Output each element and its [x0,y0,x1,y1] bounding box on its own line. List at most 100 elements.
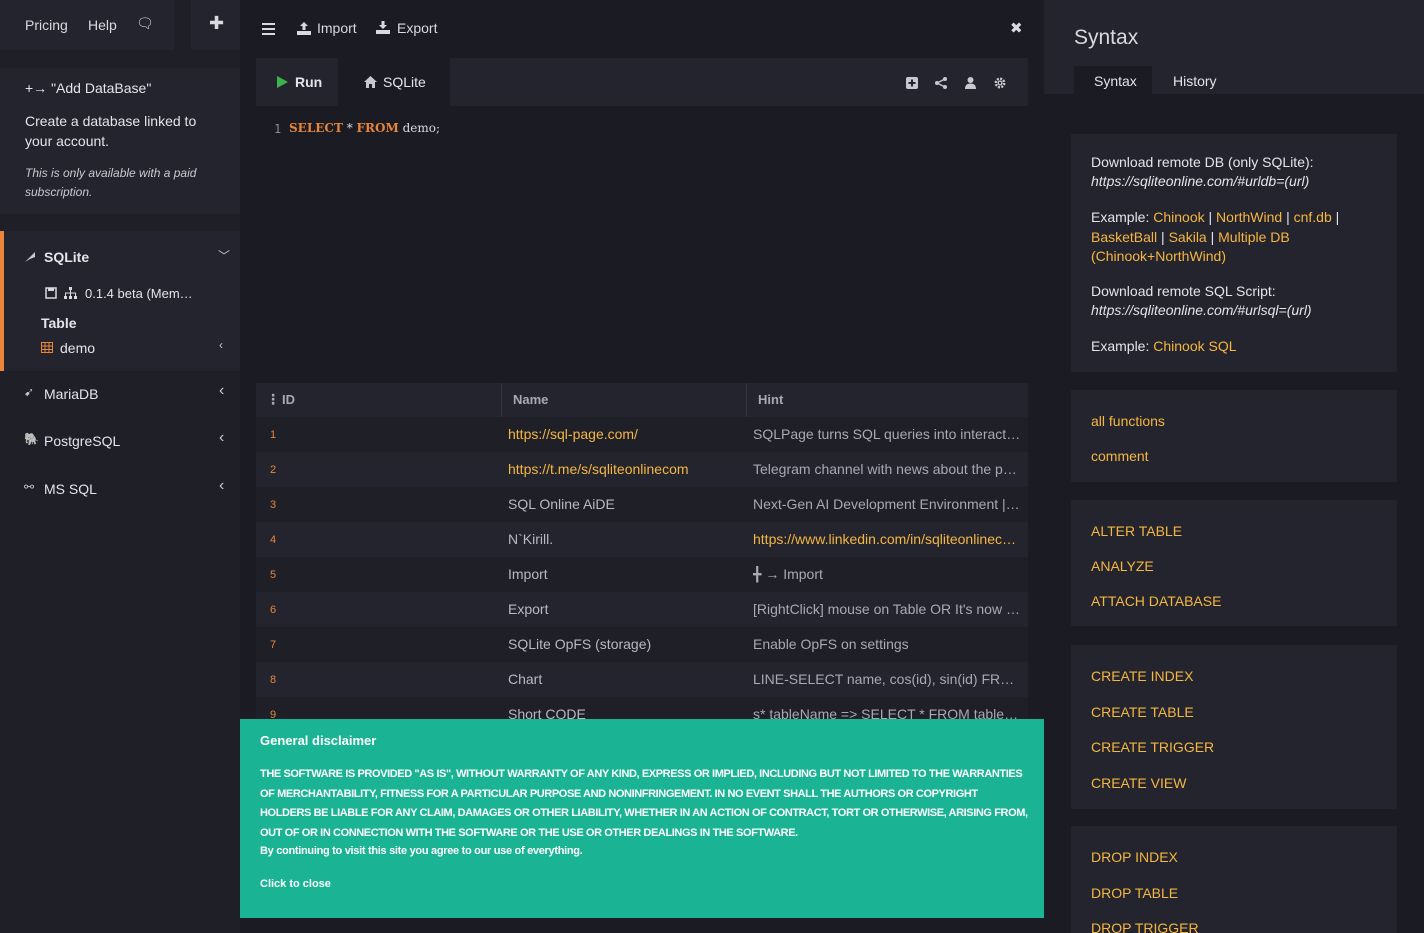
row-id: 1 [270,429,277,441]
row-id: 3 [270,499,277,511]
sqlite-version-row[interactable]: 0.1.4 beta (Mem… [0,281,240,305]
create-trigger-link[interactable]: CREATE TRIGGER [1091,739,1214,755]
sep: | [1204,209,1217,225]
table-row[interactable]: 7 SQLite OpFS (storage) Enable OpFS on s… [256,627,1028,662]
table-row[interactable]: 1 https://sql-page.com/ SQLPage turns SQ… [256,417,1028,452]
add-database-desc: Create a database linked to your account… [25,113,197,149]
row-hint: SQLPage turns SQL queries into interacti… [753,426,1021,442]
drop-index-link[interactable]: DROP INDEX [1091,849,1178,865]
alter-table-link[interactable]: ALTER TABLE [1091,523,1182,539]
example-chinook[interactable]: Chinook [1153,209,1204,225]
close-icon[interactable]: ✖ [1010,19,1023,37]
postgresql-label: PostgreSQL [44,433,121,449]
example-northwind[interactable]: NorthWind [1216,209,1282,225]
column-header-id[interactable]: ID [282,392,295,407]
row-hint: LINE-SELECT name, cos(id), sin(id) FROM … [753,671,1021,687]
analyze-link[interactable]: ANALYZE [1091,558,1154,574]
export-button[interactable]: Export [397,20,437,36]
hamburger-icon[interactable] [262,23,276,35]
column-header-name[interactable]: Name [513,392,548,407]
disclaimer-close[interactable]: Click to close [260,878,331,890]
example-chinook-sql[interactable]: Chinook SQL [1153,338,1236,354]
create-view-link[interactable]: CREATE VIEW [1091,775,1186,791]
remote-db-url: https://sqliteonline.com/#urldb=(url) [1091,173,1310,189]
tab-history[interactable]: History [1154,66,1232,94]
mariadb-item[interactable]: ➹ MariaDB ‹ [0,382,240,406]
save-icon [45,287,57,299]
sep: | [1331,209,1340,225]
row-name-link[interactable]: https://t.me/s/sqliteonlinecom [508,461,744,477]
mariadb-label: MariaDB [44,386,99,402]
share-icon[interactable] [935,77,947,89]
mssql-icon: ⚯ [24,480,35,494]
row-id: 4 [270,534,277,546]
drop-trigger-link[interactable]: DROP TRIGGER [1091,920,1199,933]
table-row[interactable]: 3 SQL Online AiDE Next-Gen AI Developmen… [256,487,1028,522]
sep: | [1282,209,1294,225]
row-hint: [RightClick] mouse on Table OR It's now … [753,601,1021,617]
row-name: Chart [508,671,543,687]
table-heading: Table [41,315,77,331]
feather-icon [25,252,35,262]
gear-icon[interactable] [994,77,1006,89]
plus-square-icon[interactable] [906,77,918,89]
table-row[interactable]: 6 Export [RightClick] mouse on Table OR … [256,592,1028,627]
chevron-left-icon: ‹ [219,338,223,352]
sql-editor[interactable]: 1 SELECT * FROM demo; [256,106,1028,368]
sql-code-line: SELECT * FROM demo; [289,121,440,135]
sep: | [1206,228,1219,245]
sqlite-section: SQLite ﹀ 0.1.4 beta (Mem… Table demo ‹ [0,231,240,371]
mssql-item[interactable]: ⚯ MS SQL ‹ [0,477,240,501]
line-number: 1 [274,122,282,136]
disclaimer-body: THE SOFTWARE IS PROVIDED "AS IS", WITHOU… [260,768,1028,839]
example-sakila[interactable]: Sakila [1169,229,1207,245]
add-database-link[interactable]: +→ "Add DataBase" [25,80,151,96]
sqlite-header[interactable]: SQLite ﹀ [0,245,240,269]
run-button[interactable]: Run [256,58,338,106]
row-id: 2 [270,464,277,476]
sitemap-icon [64,287,77,299]
tab-syntax[interactable]: Syntax [1074,66,1152,94]
row-hint-link[interactable]: https://www.linkedin.com/in/sqliteonline… [753,531,1021,547]
table-header: ⋮ ID Name Hint [256,383,1028,417]
table-demo-row[interactable]: demo ‹ [0,336,240,360]
column-menu-icon[interactable]: ⋮ [266,391,280,408]
disclaimer-title: General disclaimer [260,733,377,748]
pricing-link[interactable]: Pricing [25,17,68,33]
chat-icon[interactable]: 🗨 [136,15,154,32]
table-row[interactable]: 2 https://t.me/s/sqliteonlinecom Telegra… [256,452,1028,487]
attach-database-link[interactable]: ATTACH DATABASE [1091,593,1221,609]
chevron-down-icon: ﹀ [218,249,231,263]
user-icon[interactable] [965,77,976,89]
add-connection-button[interactable]: ✚ [191,0,240,50]
comment-link[interactable]: comment [1091,448,1149,464]
help-link[interactable]: Help [88,17,117,33]
drop-table-link[interactable]: DROP TABLE [1091,885,1178,901]
sql-rest: demo; [398,121,441,135]
alter-card: ALTER TABLE ANALYZE ATTACH DATABASE [1071,500,1397,626]
row-name-link[interactable]: https://sql-page.com/ [508,426,744,442]
example-basketball[interactable]: BasketBall [1091,229,1157,245]
import-button[interactable]: Import [317,20,357,36]
sql-star: * [342,121,357,135]
tab-sqlite[interactable]: SQLite [338,58,450,106]
all-functions-link[interactable]: all functions [1091,413,1165,429]
column-divider [501,383,502,417]
tab-sqlite-label: SQLite [383,74,426,90]
remote-db-label: Download remote DB (only SQLite): [1091,154,1314,170]
table-row[interactable]: 5 Import ╋ → Import [256,557,1028,592]
syntax-panel: Syntax Syntax History Download remote DB… [1044,0,1424,933]
postgresql-item[interactable]: 🐘 PostgreSQL ‹ [0,429,240,453]
create-table-link[interactable]: CREATE TABLE [1091,704,1194,720]
create-index-link[interactable]: CREATE INDEX [1091,668,1193,684]
disclaimer-banner[interactable]: General disclaimer THE SOFTWARE IS PROVI… [240,719,1044,918]
column-header-hint[interactable]: Hint [758,392,783,407]
sqlite-label: SQLite [44,249,90,265]
table-row[interactable]: 8 Chart LINE-SELECT name, cos(id), sin(i… [256,662,1028,697]
home-icon [364,76,377,88]
row-id: 7 [270,639,277,651]
example-cnf[interactable]: cnf.db [1294,209,1332,225]
upload-icon [297,22,311,35]
drop-card: DROP INDEX DROP TABLE DROP TRIGGER [1071,826,1397,933]
table-row[interactable]: 4 N`Kirill. https://www.linkedin.com/in/… [256,522,1028,557]
